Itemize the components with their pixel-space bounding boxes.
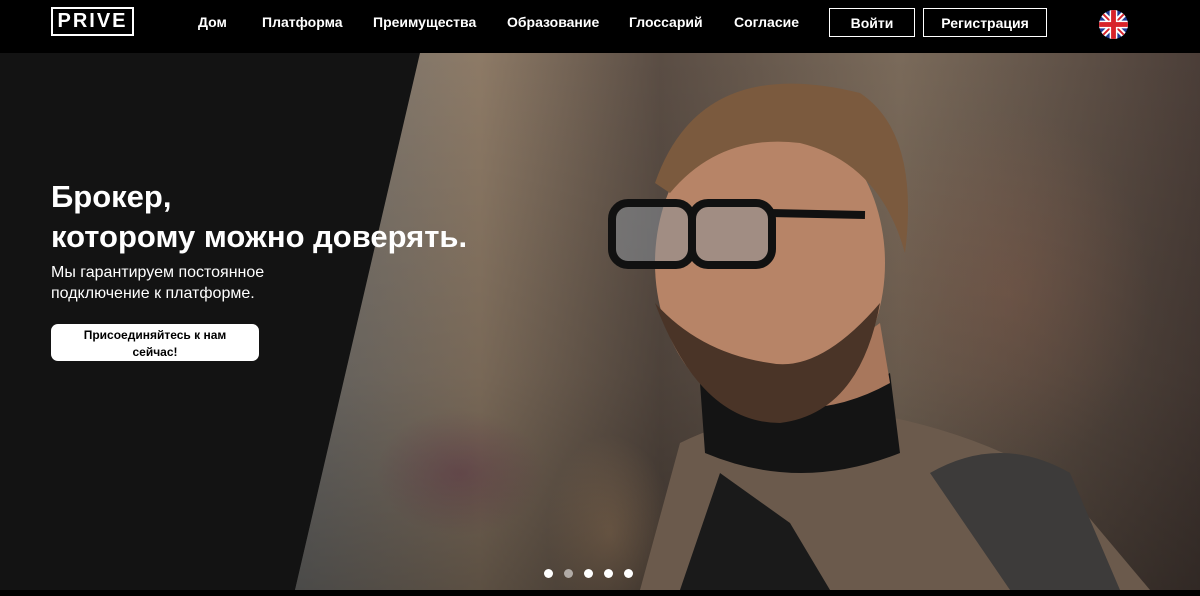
hero-title: Брокер, которому можно доверять. [51,177,467,257]
prive-logo[interactable]: PRIVE [51,7,134,36]
nav-item-home[interactable]: Дом [198,14,227,30]
hero-subtitle-line-1: Мы гарантируем постоянное [51,264,265,281]
nav-item-consent[interactable]: Согласие [734,14,799,30]
hero-banner: Брокер, которому можно доверять. Мы гара… [0,53,1200,590]
hero-subtitle: Мы гарантируем постоянное подключение к … [51,262,341,304]
nav-item-advantages[interactable]: Преимущества [373,14,476,30]
slider-dots [544,569,633,578]
nav-item-platform[interactable]: Платформа [262,14,343,30]
hero-title-line-2: которому можно доверять. [51,219,468,254]
nav-item-education[interactable]: Образование [507,14,599,30]
register-button[interactable]: Регистрация [923,8,1047,37]
join-now-label-line-1: Присоединяйтесь к нам [83,327,227,342]
hero-title-line-1: Брокер, [51,179,172,214]
join-now-button[interactable]: Присоединяйтесь к нам сейчас! [51,324,259,361]
join-now-label-line-2: сейчас! [132,344,178,359]
slider-dot-1[interactable] [544,569,553,578]
uk-flag-icon[interactable] [1099,10,1128,39]
login-button[interactable]: Войти [829,8,915,37]
slider-dot-5[interactable] [624,569,633,578]
hero-subtitle-line-2: подключение к платформе. [51,285,255,302]
site-header: PRIVE Дом Платформа Преимущества Образов… [0,0,1200,46]
slider-dot-3[interactable] [584,569,593,578]
nav-item-glossary[interactable]: Глоссарий [629,14,703,30]
man-with-glasses-illustration [608,83,1150,590]
slider-dot-2[interactable] [564,569,573,578]
hero-photo [295,53,1200,590]
slider-dot-4[interactable] [604,569,613,578]
